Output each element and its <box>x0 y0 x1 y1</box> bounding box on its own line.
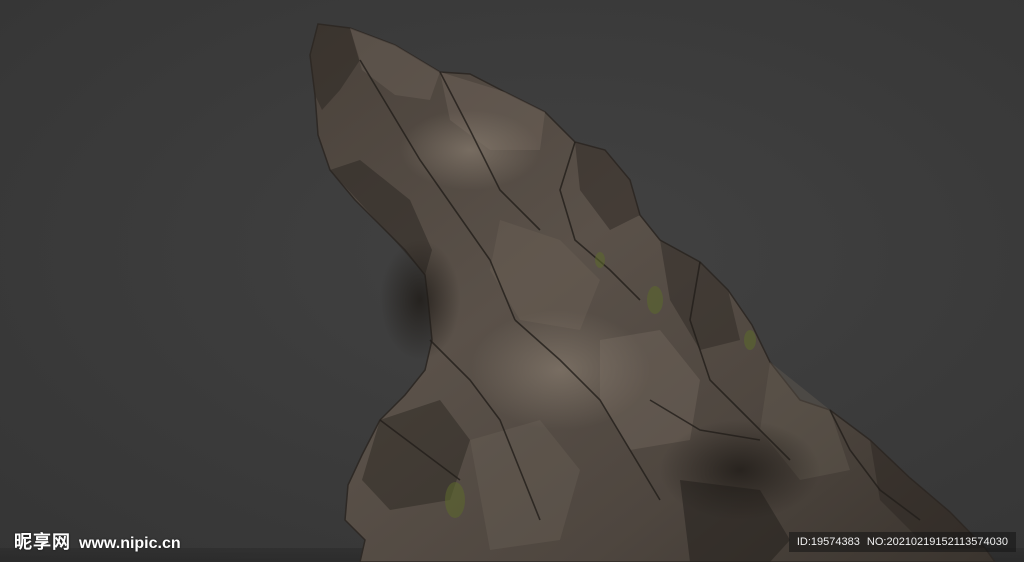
watermark-id-label: ID:19574383 NO:20210219152113574030 <box>788 532 1016 552</box>
watermark-logo: 昵享网 www.nipic.cn <box>14 528 181 554</box>
watermark-id: ID:19574383 <box>796 536 860 548</box>
rock-formation <box>309 23 996 562</box>
watermark-url: www.nipic.cn <box>79 535 181 552</box>
image-canvas: 昵享网 www.nipic.cn ID:19574383 NO:20210219… <box>0 0 1024 562</box>
watermark-brand: 昵享网 <box>14 532 71 553</box>
watermark-no: NO:20210219152113574030 <box>866 536 1008 548</box>
